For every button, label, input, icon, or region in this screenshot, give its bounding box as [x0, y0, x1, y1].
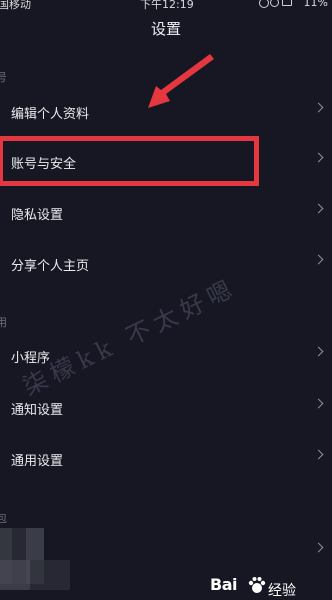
- row-label: 编辑个人资料: [11, 107, 90, 122]
- chevron-right-icon: [313, 152, 324, 163]
- row-general-settings[interactable]: 通用设置: [0, 435, 332, 485]
- chevron-right-icon: [313, 542, 324, 553]
- row-label: 通用设置: [11, 454, 64, 469]
- battery-icon: [282, 0, 292, 6]
- red-arrow-annotation: [148, 54, 214, 108]
- page-title: 设置: [150, 20, 181, 38]
- row-label: 隐私设置: [11, 208, 64, 223]
- row-mini-programs[interactable]: 小程序: [0, 332, 332, 382]
- section-header-account: 号: [0, 71, 7, 84]
- status-time: 下午12:19: [140, 0, 194, 11]
- location-icon: [259, 0, 269, 8]
- chevron-right-icon: [313, 254, 324, 265]
- carrier-label: 国移动: [0, 0, 31, 11]
- row-privacy-settings[interactable]: 隐私设置: [0, 189, 332, 239]
- chevron-right-icon: [313, 102, 324, 113]
- chevron-right-icon: [313, 346, 324, 357]
- alarm-icon: [270, 0, 279, 7]
- section-header-general: 用: [0, 316, 7, 329]
- chevron-right-icon: [313, 398, 324, 409]
- settings-screen: 国移动 下午12:19 11% 设置 号 编辑个人资料 账号与安全 隐私设置 分…: [0, 0, 332, 600]
- baidu-jingyan-text: 经验: [268, 583, 296, 599]
- section-header-wallet: 包: [0, 512, 7, 525]
- chevron-right-icon: [313, 203, 324, 214]
- row-label: 分享个人主页: [11, 259, 90, 274]
- row-notification-settings[interactable]: 通知设置: [0, 384, 332, 434]
- row-label: 通知设置: [11, 403, 64, 418]
- row-label: 小程序: [11, 351, 51, 366]
- highlight-box-annotation: [0, 136, 259, 186]
- baidu-logo-text: Bai: [210, 575, 237, 594]
- blurred-content: [0, 560, 70, 590]
- battery-text: 11%: [303, 0, 328, 9]
- paw-icon: [248, 577, 266, 593]
- chevron-right-icon: [313, 449, 324, 460]
- row-share-profile[interactable]: 分享个人主页: [0, 240, 332, 290]
- status-bar: 国移动 下午12:19 11%: [0, 0, 332, 14]
